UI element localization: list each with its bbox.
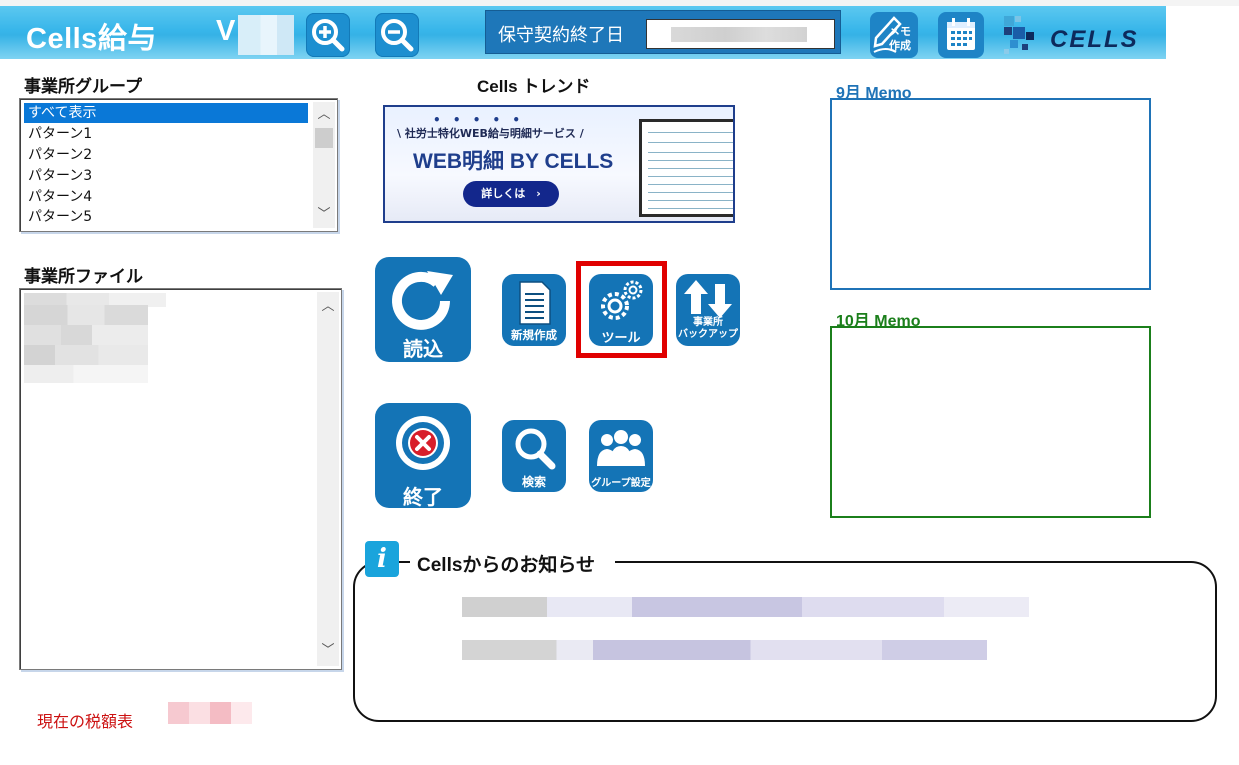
- document-icon: [519, 281, 551, 325]
- news-title: Cellsからのお知らせ: [417, 555, 596, 576]
- new-create-label: 新規作成: [511, 328, 557, 342]
- reload-icon: [392, 271, 453, 330]
- september-memo-area[interactable]: [830, 98, 1151, 290]
- zoom-out-icon: [381, 19, 414, 52]
- app-title: Cells給与: [26, 23, 157, 55]
- read-label: 読込: [403, 337, 443, 361]
- file-item-redacted[interactable]: [24, 345, 148, 365]
- banner-headline: WEB明細 BY CELLS: [413, 150, 614, 173]
- up-down-arrows-icon: [684, 280, 732, 318]
- contract-end-label: 保守契約終了日: [498, 25, 624, 46]
- scroll-up-icon[interactable]: ︿: [317, 298, 339, 316]
- contract-end-date-field: [646, 19, 835, 49]
- new-create-button[interactable]: 新規作成: [502, 274, 566, 346]
- group-settings-label: グループ設定: [591, 478, 651, 489]
- tax-table-value-redacted: [168, 702, 252, 724]
- file-item-redacted[interactable]: [24, 305, 148, 325]
- news-item-redacted[interactable]: [462, 640, 987, 660]
- calendar-button[interactable]: [938, 12, 984, 58]
- calendar-icon: [947, 18, 975, 50]
- file-item-redacted[interactable]: [24, 365, 148, 383]
- group-item[interactable]: パターン1: [24, 124, 310, 144]
- close-icon: [396, 416, 450, 470]
- search-label: 検索: [521, 475, 546, 489]
- news-item-redacted[interactable]: [462, 597, 1029, 617]
- app-header: Cells給与 V 保守契約終了日 メモ 作成 CELLS: [0, 6, 1166, 59]
- exit-label: 終了: [403, 485, 443, 509]
- file-listbox[interactable]: ︿ ﹀: [19, 288, 342, 670]
- memo-create-label: メモ 作成: [889, 25, 911, 52]
- web-meisai-banner[interactable]: • • • • • \ 社労士特化WEB給与明細サービス / WEB明細 BY …: [383, 105, 735, 223]
- version-number-redacted: [238, 15, 294, 55]
- group-item[interactable]: パターン2: [24, 145, 310, 165]
- cells-logo-text: CELLS: [1050, 26, 1139, 53]
- backup-button[interactable]: 事業所 バックアップ: [676, 274, 740, 346]
- group-people-icon: [597, 430, 645, 466]
- search-icon: [515, 428, 556, 470]
- group-item[interactable]: パターン3: [24, 166, 310, 186]
- scroll-down-icon[interactable]: ﹀: [317, 642, 339, 660]
- zoom-in-button[interactable]: [306, 13, 350, 57]
- group-listbox[interactable]: すべて表示 パターン1 パターン2 パターン3 パターン4 パターン5 ︿ ﹀: [19, 98, 338, 232]
- file-scrollbar[interactable]: ︿ ﹀: [317, 292, 339, 666]
- group-item[interactable]: すべて表示: [24, 103, 308, 123]
- group-label: 事業所グループ: [24, 77, 142, 97]
- maintenance-contract-panel: 保守契約終了日: [485, 10, 841, 54]
- banner-subtitle: \ 社労士特化WEB給与明細サービス /: [397, 127, 584, 140]
- payslip-preview-image: [639, 119, 733, 217]
- banner-details-button[interactable]: 詳しくは ›: [463, 181, 559, 207]
- read-button[interactable]: 読込: [375, 257, 471, 362]
- trend-title: Cells トレンド: [477, 77, 591, 96]
- group-settings-button[interactable]: グループ設定: [589, 420, 653, 492]
- scroll-up-icon[interactable]: ︿: [313, 106, 335, 124]
- search-button[interactable]: 検索: [502, 420, 566, 492]
- zoom-in-icon: [312, 19, 345, 52]
- group-scrollbar[interactable]: ︿ ﹀: [313, 102, 335, 228]
- tax-table-label: 現在の税額表: [37, 712, 134, 731]
- scroll-thumb[interactable]: [315, 128, 333, 148]
- version-label: V: [216, 15, 236, 47]
- group-item[interactable]: パターン5: [24, 207, 310, 227]
- zoom-out-button[interactable]: [375, 13, 419, 57]
- cells-logo-mark: [1004, 16, 1034, 54]
- october-memo-area[interactable]: [830, 326, 1151, 518]
- tool-highlight-frame: [576, 261, 667, 358]
- group-item[interactable]: パターン4: [24, 187, 310, 207]
- cells-logo: CELLS: [1000, 12, 1162, 58]
- backup-label: 事業所 バックアップ: [678, 317, 738, 340]
- contract-end-date-redacted: [671, 27, 807, 42]
- exit-button[interactable]: 終了: [375, 403, 471, 509]
- file-label: 事業所ファイル: [24, 267, 143, 287]
- scroll-down-icon[interactable]: ﹀: [313, 206, 335, 224]
- info-icon: i: [365, 541, 399, 577]
- file-item-redacted[interactable]: [24, 325, 148, 345]
